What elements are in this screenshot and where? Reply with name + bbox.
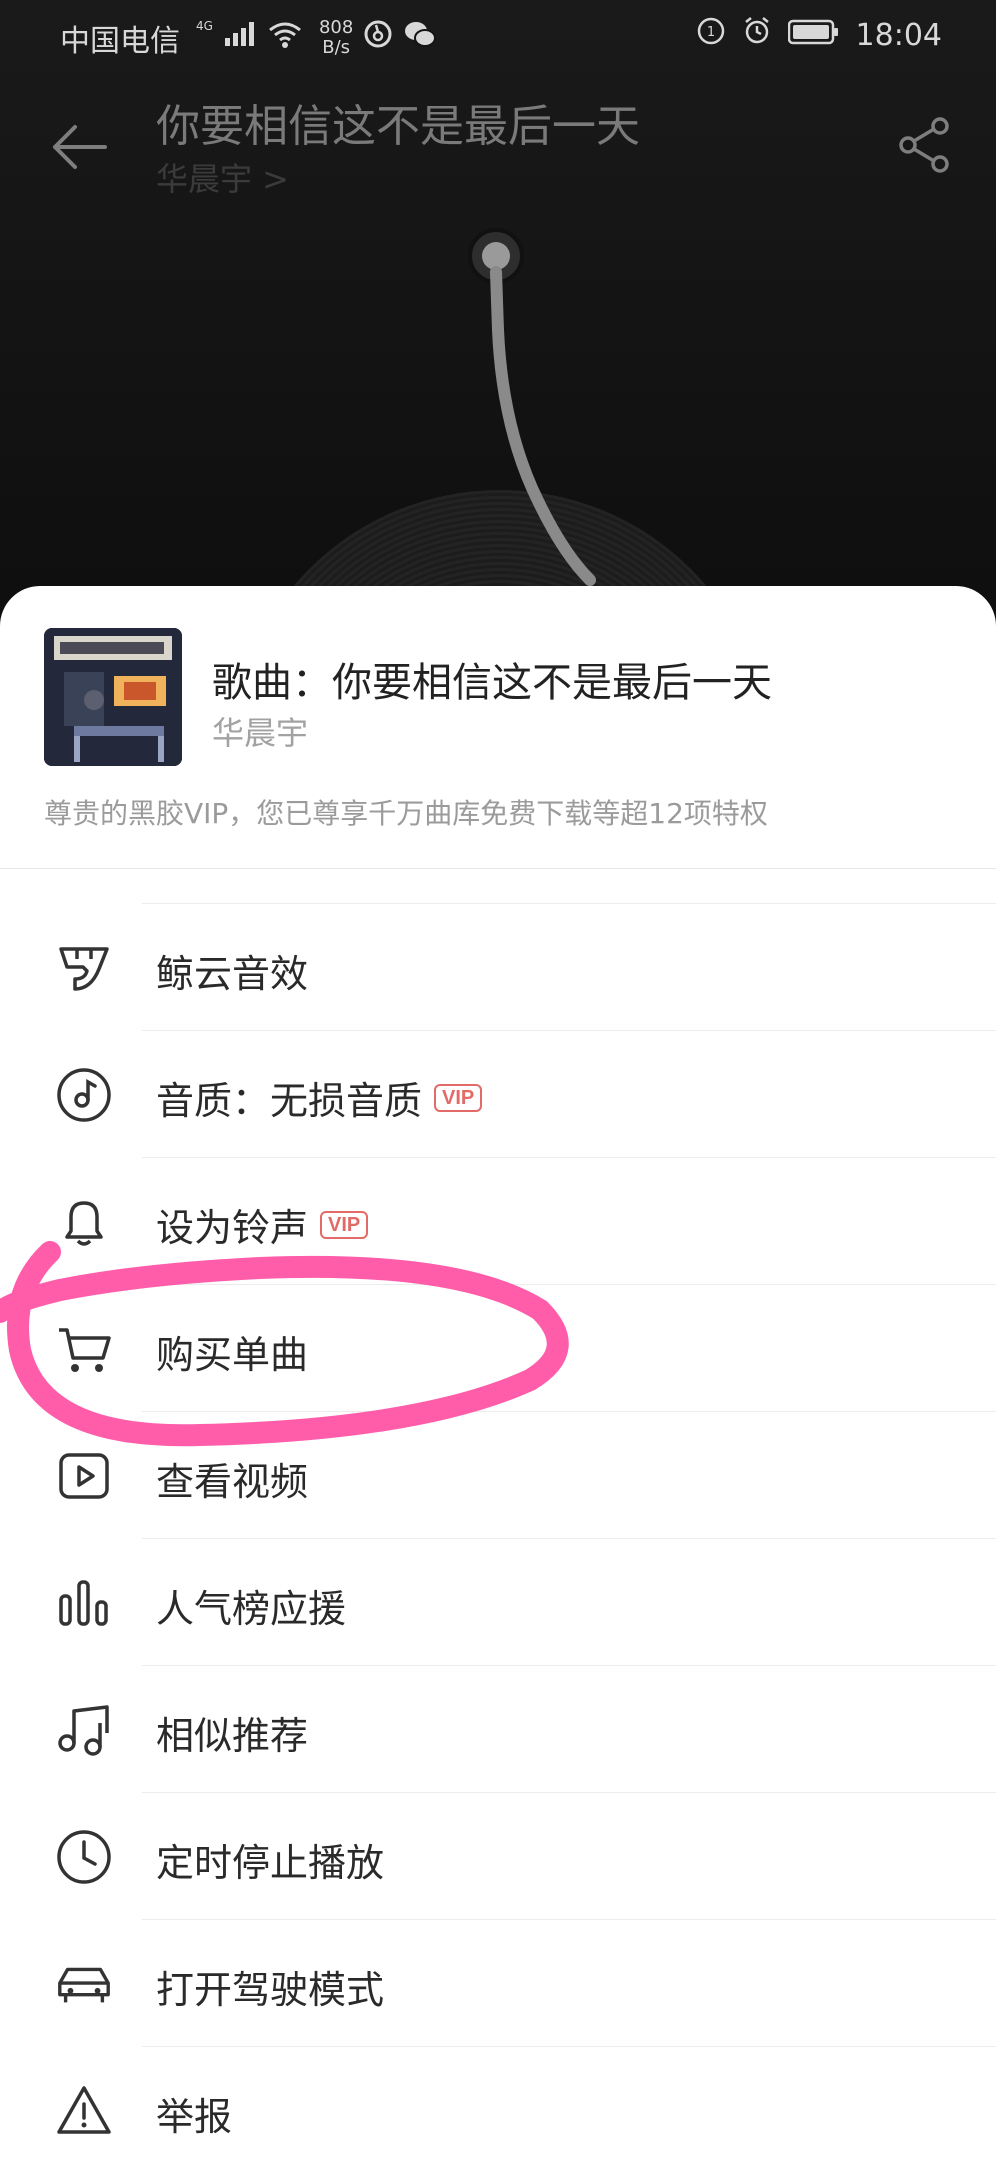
divider <box>142 1411 996 1412</box>
clock-time: 18:04 <box>855 17 942 53</box>
divider <box>142 1665 996 1666</box>
music-note-icon <box>54 1700 114 1760</box>
menu-item-driving-mode[interactable]: 打开驾驶模式 <box>0 1919 996 2046</box>
back-button[interactable] <box>44 112 114 182</box>
menu-item-label: 购买单曲 <box>156 1324 308 1379</box>
battery-icon <box>787 18 840 53</box>
network-type: 4G <box>196 19 213 33</box>
vip-badge: VIP <box>434 1083 483 1112</box>
clock-icon <box>54 1827 114 1887</box>
signal-icon <box>223 20 257 56</box>
label-text: 查看视频 <box>156 1460 309 1504</box>
menu-item-set-ringtone[interactable]: 设为铃声 VIP <box>0 1157 996 1284</box>
video-icon <box>54 1446 114 1506</box>
divider <box>142 1919 996 1920</box>
netease-music-icon <box>363 19 393 57</box>
tonearm-graphic <box>468 228 596 586</box>
whale-icon <box>54 938 114 998</box>
menu-item-view-video[interactable]: 查看视频 <box>0 1411 996 1538</box>
menu-item-popularity-chart[interactable]: 人气榜应援 <box>0 1538 996 1665</box>
status-bar: 中国电信 4G 808 B/s 1 18:04 <box>0 0 996 70</box>
vip-badge: VIP <box>320 1210 369 1239</box>
menu-item-sleep-timer[interactable]: 定时停止播放 <box>0 1792 996 1919</box>
bar-chart-icon <box>54 1573 114 1633</box>
menu-item-label: 相似推荐 <box>156 1705 308 1760</box>
share-icon <box>899 117 949 173</box>
player-song-title: 你要相信这不是最后一天 <box>156 101 640 152</box>
more-options-sheet: 歌曲：你要相信这不是最后一天 华晨宇 尊贵的黑胶VIP，您已尊享千万曲库免费下载… <box>0 586 996 2160</box>
label-text: 鲸云音效 <box>156 952 309 996</box>
label-text: 音质：无损音质 <box>156 1079 423 1123</box>
network-speed: 808 B/s <box>319 18 353 58</box>
player-header: 你要相信这不是最后一天 华晨宇 > <box>0 90 996 210</box>
menu-item-label: 举报 <box>156 2086 232 2141</box>
divider <box>142 1157 996 1158</box>
label-text: 打开驾驶模式 <box>156 1968 385 2012</box>
menu-item-sound-quality[interactable]: 音质：无损音质 VIP <box>0 1030 996 1157</box>
svg-text:1: 1 <box>706 25 714 40</box>
divider <box>0 868 996 869</box>
label-text: 设为铃声 <box>156 1206 309 1250</box>
alarm-icon <box>742 16 772 54</box>
label-text: 相似推荐 <box>156 1714 309 1758</box>
divider <box>142 903 996 904</box>
wechat-icon <box>403 19 437 57</box>
menu-item-label: 鲸云音效 <box>156 943 308 998</box>
menu-item-label: 查看视频 <box>156 1451 308 1506</box>
label-text: 定时停止播放 <box>156 1841 385 1885</box>
arrow-left-icon <box>53 125 107 169</box>
menu-item-label: 定时停止播放 <box>156 1832 384 1887</box>
hd-call-icon: 1 <box>696 16 726 54</box>
menu-item-similar-recommend[interactable]: 相似推荐 <box>0 1665 996 1792</box>
share-button[interactable] <box>890 110 960 180</box>
menu-item-label: 打开驾驶模式 <box>156 1959 384 2014</box>
music-disc-icon <box>54 1065 114 1125</box>
menu-item-label: 音质：无损音质 VIP <box>156 1070 483 1125</box>
carrier-label: 中国电信 <box>60 24 180 59</box>
sheet-song-title: 歌曲：你要相信这不是最后一天 <box>212 660 772 706</box>
cart-icon <box>54 1319 114 1379</box>
speed-value: 808 <box>318 17 354 38</box>
divider <box>142 1030 996 1031</box>
menu-item-whale-sound[interactable]: 鲸云音效 <box>0 903 996 1030</box>
menu-item-report[interactable]: 举报 <box>0 2046 996 2160</box>
bell-icon <box>54 1192 114 1252</box>
divider <box>142 2046 996 2047</box>
player-artist-link[interactable]: 华晨宇 > <box>156 154 289 200</box>
menu-item-label: 人气榜应援 <box>156 1578 346 1633</box>
sheet-artist: 华晨宇 <box>212 714 309 752</box>
divider <box>142 1284 996 1285</box>
menu-item-label: 设为铃声 VIP <box>156 1197 369 1252</box>
options-menu: 鲸云音效 音质：无损音质 VIP 设为铃声 VIP 购买单曲 查看视频 人气榜应… <box>0 903 996 2160</box>
menu-item-buy-single[interactable]: 购买单曲 <box>0 1284 996 1411</box>
warning-icon <box>54 2081 114 2141</box>
label-text: 购买单曲 <box>156 1333 309 1377</box>
wifi-icon <box>267 19 303 57</box>
divider <box>142 1792 996 1793</box>
label-text: 举报 <box>156 2095 233 2139</box>
album-cover <box>44 628 182 766</box>
label-text: 人气榜应援 <box>156 1587 347 1631</box>
speed-unit: B/s <box>322 37 351 58</box>
song-info-header: 歌曲：你要相信这不是最后一天 华晨宇 <box>44 628 954 778</box>
divider <box>142 1538 996 1539</box>
car-icon <box>54 1954 114 2014</box>
vip-privilege-note: 尊贵的黑胶VIP，您已尊享千万曲库免费下载等超12项特权 <box>44 797 768 830</box>
